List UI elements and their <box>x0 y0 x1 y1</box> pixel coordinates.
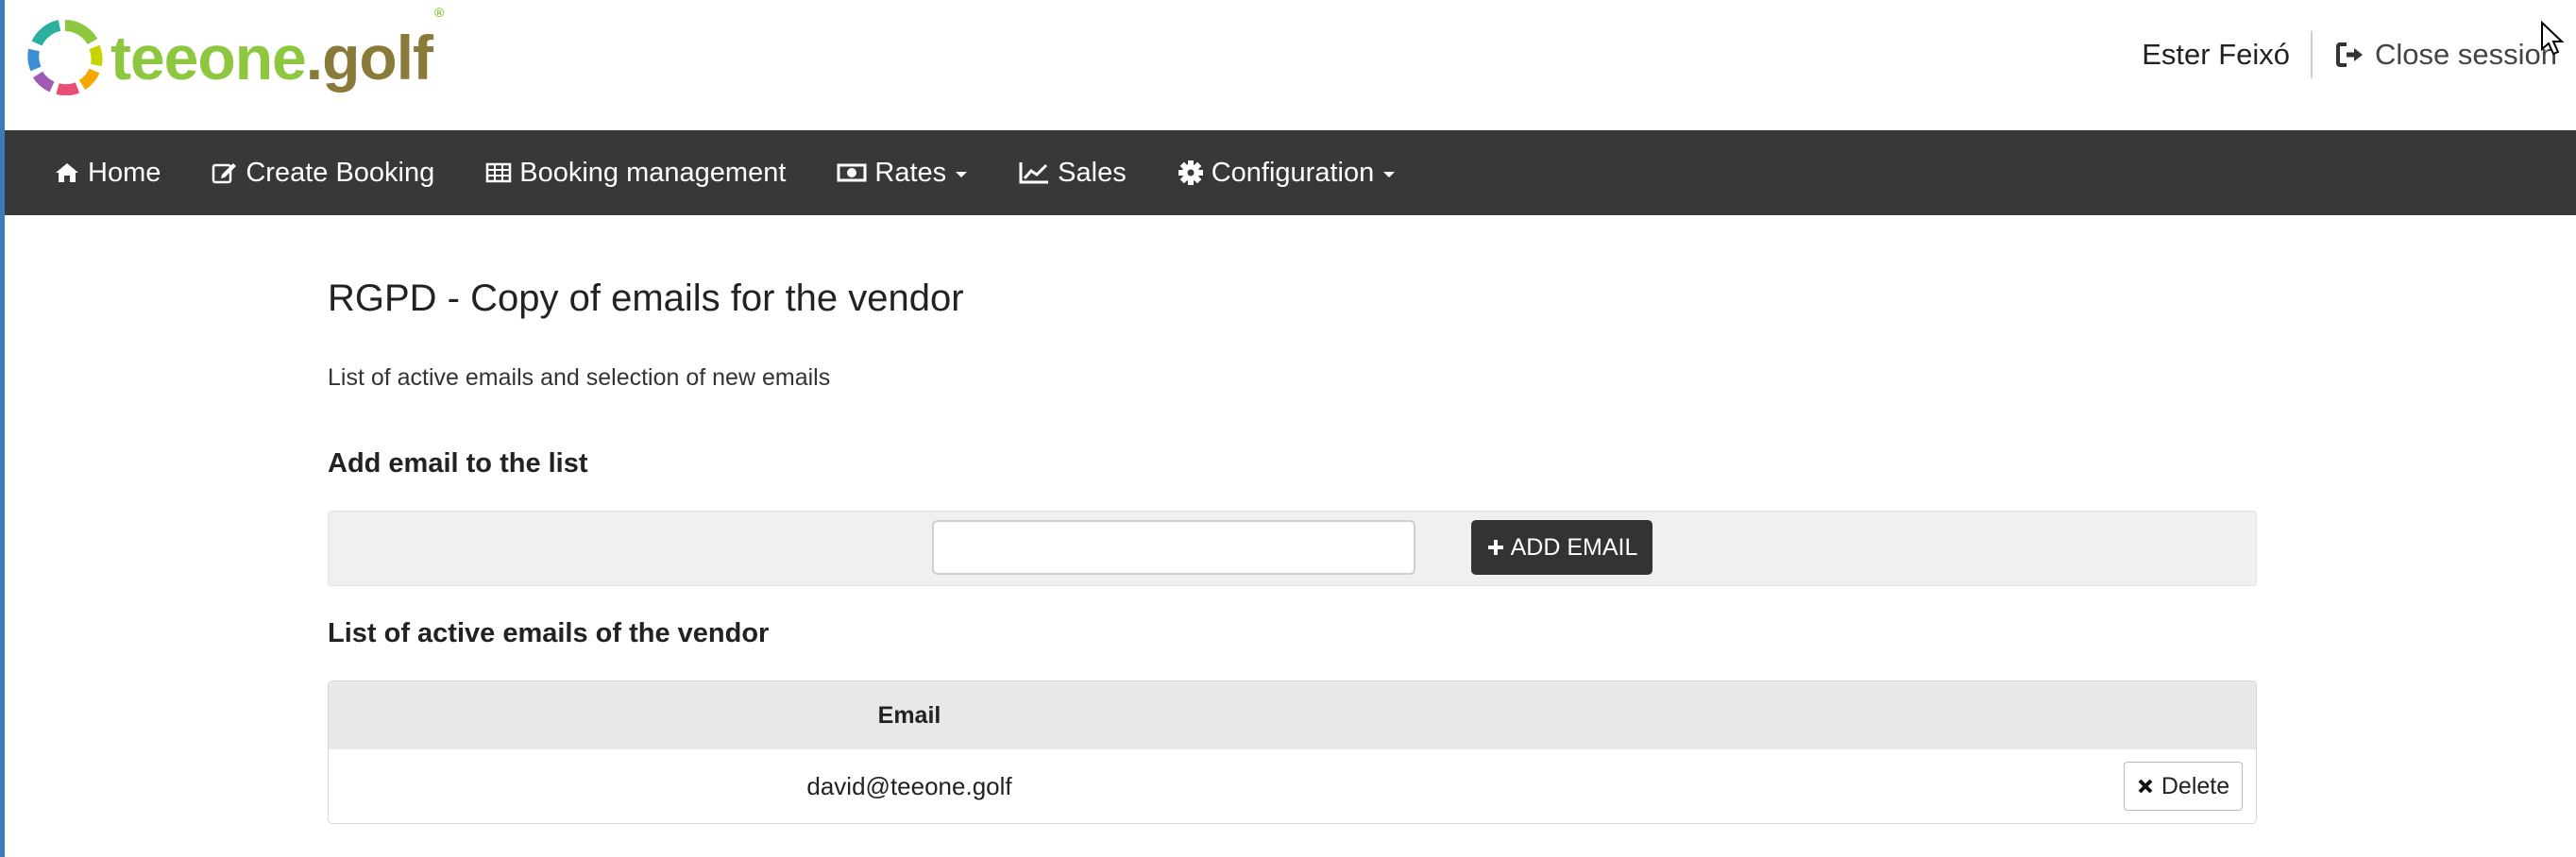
gear-icon <box>1178 160 1203 185</box>
chevron-down-icon <box>1383 172 1396 177</box>
edit-icon <box>212 163 237 184</box>
nav-item-home-label: Home <box>88 157 161 188</box>
page-subtitle: List of active emails and selection of n… <box>328 364 831 391</box>
nav-item-create-booking[interactable]: Create Booking <box>186 130 460 215</box>
home-icon <box>56 163 78 182</box>
column-header-email: Email <box>877 701 941 729</box>
user-area: Ester Feixó Close session <box>2142 26 2576 83</box>
close-icon <box>2138 779 2153 794</box>
nav-item-configuration-label: Configuration <box>1211 157 1375 188</box>
logo-text: teeone.golf® <box>110 6 444 92</box>
nav-item-configuration[interactable]: Configuration <box>1152 130 1421 215</box>
active-emails-section-title: List of active emails of the vendor <box>328 618 770 648</box>
add-email-button-label: ADD EMAIL <box>1510 533 1638 561</box>
close-session-link[interactable]: Close session <box>2313 38 2576 72</box>
nav-item-home[interactable]: Home <box>5 130 186 215</box>
registered-mark: ® <box>434 5 444 20</box>
add-email-button[interactable]: ADD EMAIL <box>1471 520 1652 575</box>
logo-text-main: teeone <box>110 23 307 92</box>
logo-text-suffix: .golf <box>305 23 433 92</box>
table-row: david@teeone.golf Delete <box>329 749 2256 823</box>
page-title: RGPD - Copy of emails for the vendor <box>328 277 964 319</box>
nav-item-sales-label: Sales <box>1058 157 1127 188</box>
sign-out-icon <box>2336 42 2364 67</box>
add-email-panel: ADD EMAIL <box>328 511 2257 586</box>
table-icon <box>486 162 512 183</box>
nav-item-booking-management-label: Booking management <box>519 157 787 188</box>
mouse-cursor-icon <box>2541 21 2565 56</box>
teeone-ring-icon <box>27 20 103 95</box>
add-email-section-title: Add email to the list <box>328 448 588 479</box>
row-email: david@teeone.golf <box>806 771 1012 800</box>
plus-icon <box>1487 540 1503 555</box>
close-session-label: Close session <box>2375 38 2557 71</box>
teeone-logo[interactable]: teeone.golf® <box>27 6 444 100</box>
nav-item-create-booking-label: Create Booking <box>246 157 435 188</box>
delete-button[interactable]: Delete <box>2124 762 2243 811</box>
active-emails-table: Email david@teeone.golf Delete <box>328 681 2257 824</box>
app-header: teeone.golf® Ester Feixó Close session <box>5 0 2576 130</box>
delete-button-label: Delete <box>2161 772 2230 799</box>
chevron-down-icon <box>956 172 968 177</box>
nav-item-rates-label: Rates <box>874 157 947 188</box>
money-icon <box>837 163 867 182</box>
table-header-row: Email <box>329 681 2256 749</box>
user-name: Ester Feixó <box>2142 38 2291 71</box>
nav-item-booking-management[interactable]: Booking management <box>460 130 811 215</box>
main-navbar: Home Create Booking Booking management R… <box>5 130 2576 215</box>
nav-item-rates[interactable]: Rates <box>811 130 992 215</box>
email-input[interactable] <box>932 520 1415 575</box>
line-chart-icon <box>1019 162 1049 184</box>
nav-item-sales[interactable]: Sales <box>992 130 1152 215</box>
